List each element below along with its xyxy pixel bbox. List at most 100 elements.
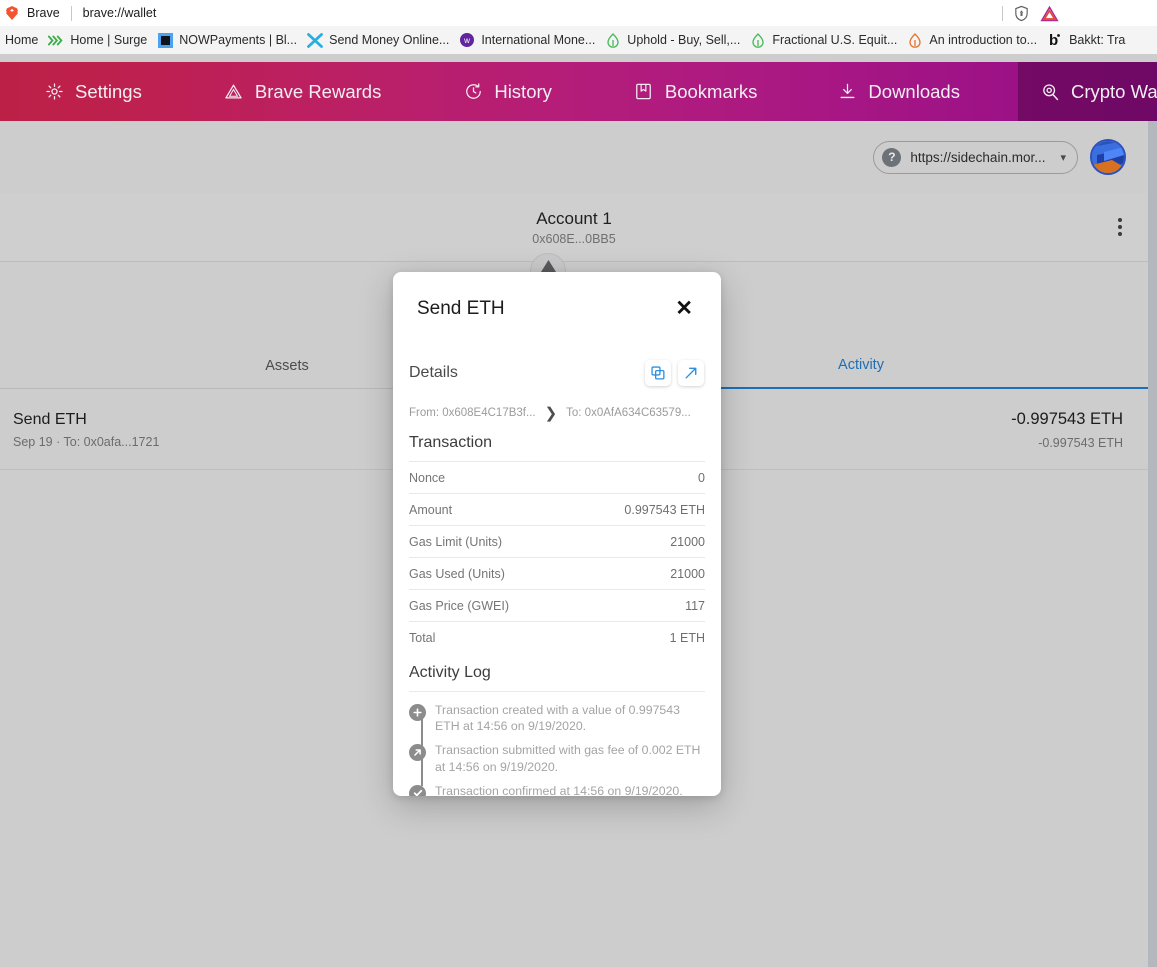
brave-nav-bar: Settings Brave Rewards History Bookmarks… <box>0 62 1157 121</box>
external-link-icon[interactable] <box>678 360 704 386</box>
nav-label: Bookmarks <box>664 80 758 102</box>
nav-top-gap <box>0 54 1157 62</box>
arrow-up-right-circle-icon <box>409 744 426 762</box>
account-menu-button[interactable] <box>1114 214 1126 240</box>
from-address: From: 0x608E4C17B3f... <box>409 407 536 419</box>
to-address: To: 0x0AfA634C63579... <box>566 407 691 419</box>
bookmark-item[interactable]: b Bakkt: Tra <box>1042 29 1130 51</box>
transaction-title: Send ETH <box>13 411 87 429</box>
kebab-dot <box>1118 218 1122 222</box>
titlebar-filler <box>1065 0 1157 26</box>
gear-icon <box>44 82 64 102</box>
detail-key: Gas Limit (Units) <box>409 534 503 549</box>
transaction-fiat: -0.997543 ETH <box>1038 435 1123 450</box>
bookmark-item[interactable]: An introduction to... <box>902 29 1042 51</box>
page-right-rail <box>1148 121 1157 967</box>
network-selector[interactable]: ? https://sidechain.mor... ▾ <box>873 140 1078 174</box>
bakkt-b-icon: b <box>1047 32 1063 48</box>
bookmark-label: International Mone... <box>481 33 596 47</box>
detail-row: Amount 0.997543 ETH <box>409 493 705 525</box>
activity-log-list: Transaction created with a value of 0.99… <box>409 691 705 796</box>
nav-label: Brave Rewards <box>254 80 382 102</box>
titlebar-divider <box>70 5 72 21</box>
bookmark-label: Home | Surge <box>70 33 148 47</box>
account-address: 0x608E...0BB5 <box>532 231 616 246</box>
detail-key: Nonce <box>409 470 446 485</box>
activity-log-text: Transaction confirmed at 14:56 on 9/19/2… <box>435 783 683 796</box>
detail-value: 0.997543 ETH <box>624 502 705 517</box>
browser-brand-label: Brave <box>27 6 60 20</box>
bookmark-item[interactable]: Send Money Online... <box>302 29 454 51</box>
detail-value: 117 <box>685 598 705 613</box>
triangle-icon <box>224 82 244 102</box>
brave-lion-icon <box>6 6 18 20</box>
detail-row: Nonce 0 <box>409 461 705 493</box>
transaction-right: -0.997543 ETH -0.997543 ETH <box>1011 408 1123 449</box>
nav-label: Crypto Wallets <box>1070 80 1157 102</box>
bookmark-item[interactable]: w International Mone... <box>454 29 600 51</box>
detail-row: Gas Used (Units) 21000 <box>409 557 705 589</box>
nav-item-crypto-wallets[interactable]: Crypto Wallets <box>1017 62 1157 121</box>
plus-circle-icon <box>409 704 426 721</box>
nav-label: Downloads <box>868 80 960 102</box>
nav-item-bookmarks[interactable]: Bookmarks <box>612 62 780 121</box>
transaction-detail-list: Nonce 0 Amount 0.997543 ETH Gas Limit (U… <box>393 461 721 653</box>
activity-log-heading: Activity Log <box>409 664 491 681</box>
detail-value: 21000 <box>670 534 705 549</box>
activity-log-text: Transaction submitted with gas fee of 0.… <box>435 743 701 774</box>
nav-label: Settings <box>75 80 142 102</box>
app-root: Brave brave://wallet Home Home | Surge N… <box>0 0 1157 967</box>
network-label: https://sidechain.mor... <box>910 149 1046 165</box>
detail-key: Total <box>409 630 436 645</box>
account-avatar[interactable] <box>1090 139 1126 175</box>
copy-icon[interactable] <box>645 360 671 386</box>
nav-item-downloads[interactable]: Downloads <box>815 62 982 121</box>
uphold-icon <box>750 32 766 48</box>
modal-title: Send ETH <box>417 297 505 319</box>
details-label: Details <box>409 364 458 381</box>
bookmark-label: Bakkt: Tra <box>1069 33 1126 47</box>
x-logo-icon <box>307 32 324 48</box>
bookmark-item[interactable]: Home | Surge <box>43 29 152 51</box>
detail-value: 1 ETH <box>669 630 705 645</box>
transaction-heading: Transaction <box>409 434 492 451</box>
book-icon <box>634 82 654 102</box>
nav-item-settings[interactable]: Settings <box>22 62 164 121</box>
bookmarks-bar: Home Home | Surge NOWPayments | Bl... Se… <box>0 26 1157 54</box>
download-icon <box>837 82 857 102</box>
bookmark-item[interactable]: NOWPayments | Bl... <box>152 29 302 51</box>
wallet-icon <box>1040 82 1060 102</box>
activity-log-item: Transaction submitted with gas fee of 0.… <box>409 741 705 774</box>
detail-row: Gas Price (GWEI) 117 <box>409 589 705 621</box>
account-header: Account 1 0x608E...0BB5 <box>0 193 1148 262</box>
nav-item-history[interactable]: History <box>441 62 574 121</box>
detail-row: Gas Limit (Units) 21000 <box>409 525 705 557</box>
detail-key: Gas Used (Units) <box>409 566 505 581</box>
clock-icon <box>463 82 483 102</box>
bookmark-item[interactable]: Home <box>0 29 43 51</box>
bookmark-label: NOWPayments | Bl... <box>179 33 298 47</box>
detail-value: 0 <box>698 470 705 485</box>
nav-gap <box>164 62 202 121</box>
nowpayments-square-icon <box>157 32 173 48</box>
nav-gap <box>403 62 441 121</box>
transaction-detail-modal: Send ETH ✕ Details From: 0x608E4C17B3f..… <box>393 272 721 796</box>
detail-value: 21000 <box>670 566 705 581</box>
browser-titlebar: Brave brave://wallet <box>0 0 1065 26</box>
bookmark-label: Home <box>5 33 39 47</box>
w-circle-icon: w <box>459 32 475 48</box>
brave-shield-icon[interactable] <box>1013 5 1030 22</box>
detail-row: Total 1 ETH <box>409 621 705 653</box>
titlebar-right-icons <box>1002 0 1059 26</box>
kebab-dot <box>1118 232 1122 236</box>
transaction-amount: -0.997543 ETH <box>1011 410 1123 429</box>
question-mark-icon: ? <box>882 147 902 167</box>
nav-gap <box>982 62 1018 121</box>
bookmark-item[interactable]: Uphold - Buy, Sell,... <box>600 29 745 51</box>
bookmark-item[interactable]: Fractional U.S. Equit... <box>745 29 902 51</box>
delta-extension-icon[interactable] <box>1040 5 1059 22</box>
nav-item-brave-rewards[interactable]: Brave Rewards <box>202 62 403 121</box>
browser-url-label: brave://wallet <box>82 6 157 20</box>
close-icon[interactable]: ✕ <box>671 296 697 321</box>
uphold-icon <box>605 32 621 48</box>
